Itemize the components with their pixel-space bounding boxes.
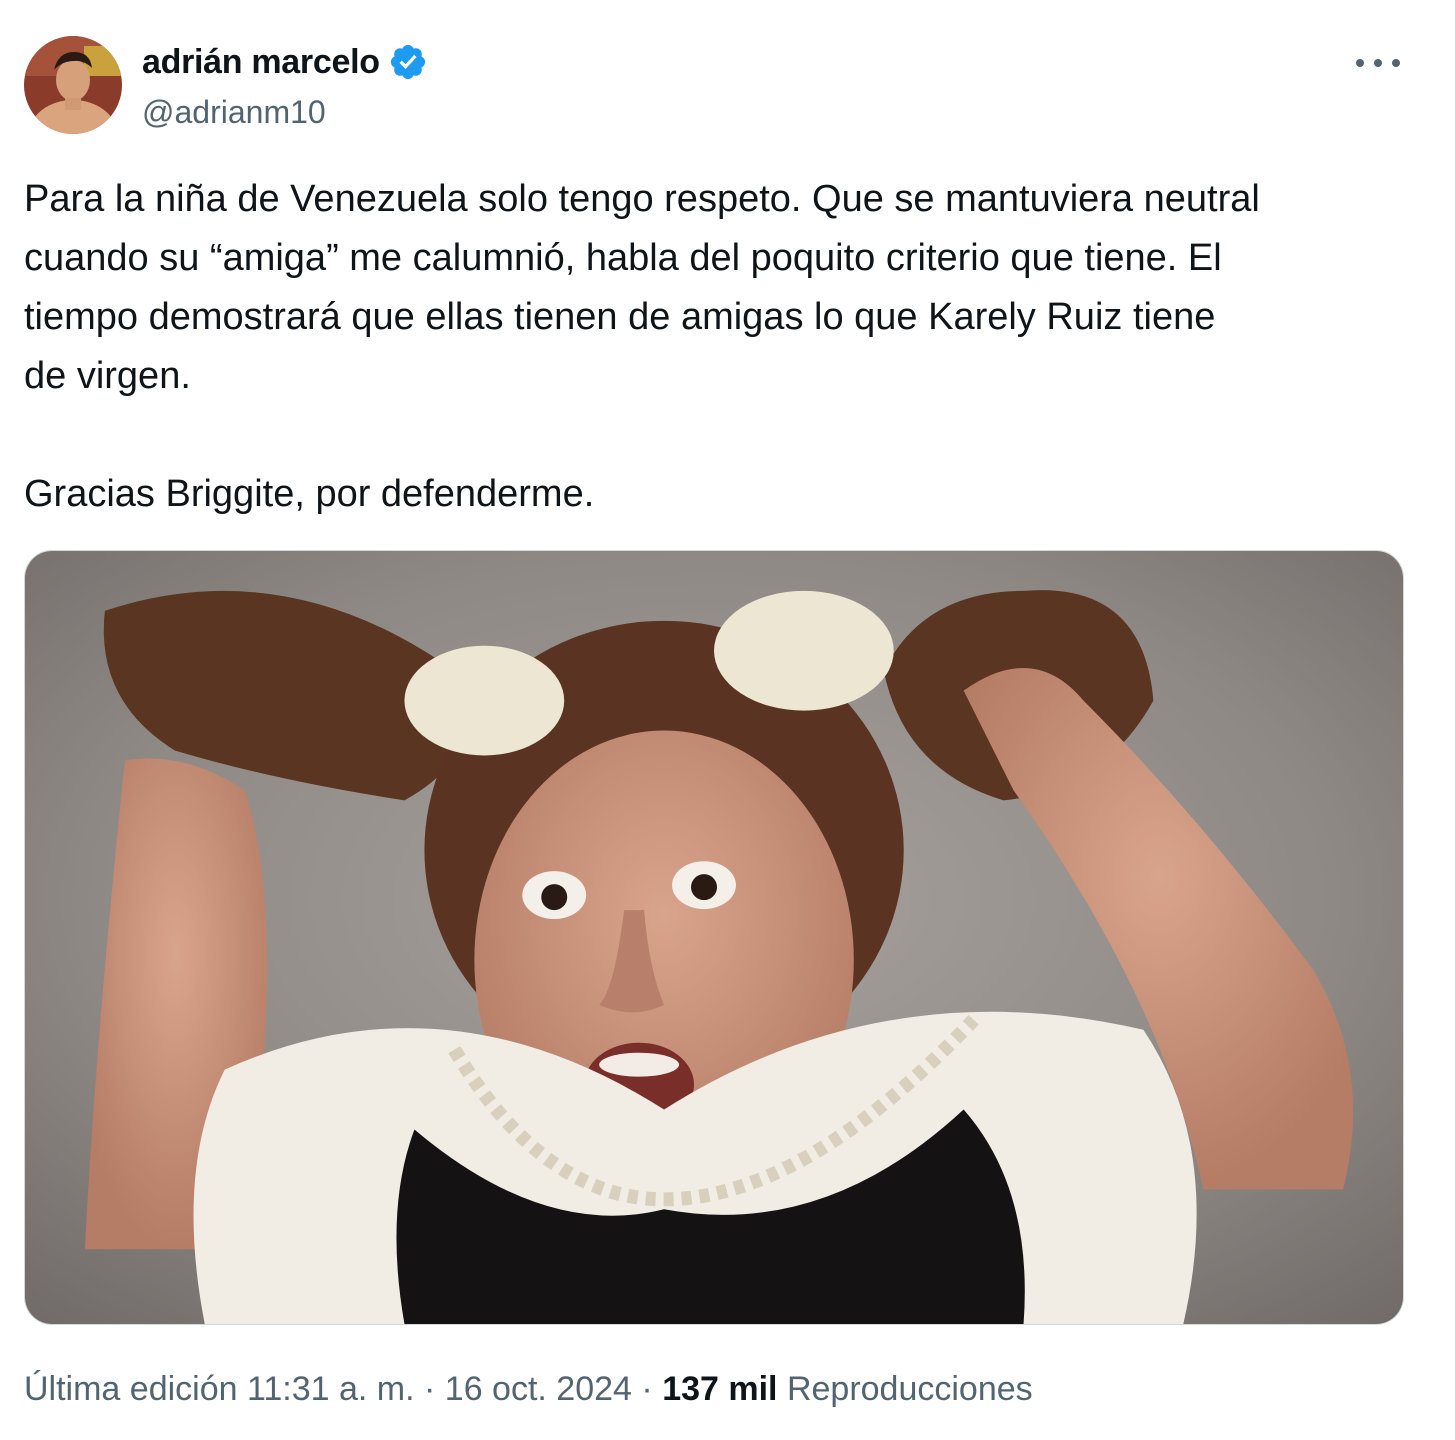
tweet: adrián marcelo @adrianm10 Para la niña d…: [0, 0, 1455, 1440]
more-horizontal-icon[interactable]: [1356, 48, 1400, 78]
views-count: 137 mil: [662, 1370, 778, 1408]
tweet-media-image[interactable]: [24, 550, 1404, 1325]
author-name-row: adrián marcelo: [142, 42, 428, 82]
author-handle[interactable]: @adrianm10: [142, 94, 326, 131]
dot: [1392, 59, 1400, 67]
tweet-header: adrián marcelo @adrianm10: [24, 36, 1424, 136]
display-name[interactable]: adrián marcelo: [142, 43, 380, 82]
tweet-date[interactable]: 16 oct. 2024: [445, 1370, 632, 1408]
tweet-time[interactable]: 11:31 a. m.: [247, 1370, 415, 1408]
edited-label[interactable]: Última edición: [24, 1370, 238, 1408]
verified-badge-icon: [390, 44, 425, 80]
dot: [1356, 59, 1364, 67]
dot: [1374, 59, 1382, 67]
separator: ·: [424, 1370, 436, 1408]
views-label: Reproducciones: [786, 1370, 1033, 1408]
separator: ·: [641, 1370, 653, 1408]
tweet-text: Para la niña de Venezuela solo tengo res…: [24, 178, 1260, 515]
tweet-meta: Última edición 11:31 a. m. · 16 oct. 202…: [24, 1370, 1033, 1409]
avatar[interactable]: [24, 36, 122, 134]
